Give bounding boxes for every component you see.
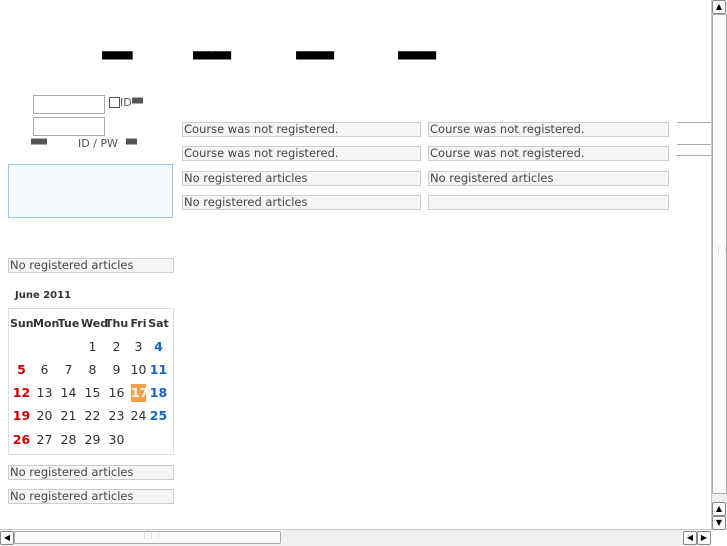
calendar-header-sun: Sun [10, 317, 34, 330]
scroll-down-icon[interactable]: ▼ [712, 516, 726, 530]
scroll-right-icon[interactable]: ▶ [697, 531, 711, 545]
calendar-day[interactable]: 20 [33, 407, 56, 425]
nav-item-4[interactable]: ■■■■■ [398, 47, 436, 63]
remember-id-label: ID [120, 96, 132, 109]
calendar-title: June 2011 [15, 290, 72, 301]
find-account-suffix[interactable]: ■■ [126, 136, 137, 147]
calendar-day[interactable]: 8 [81, 361, 104, 379]
nav-item-1[interactable]: ■■■■ [102, 47, 133, 63]
calendar-day[interactable]: 11 [147, 361, 170, 379]
calendar-day[interactable]: 13 [33, 384, 56, 402]
calendar-day[interactable]: 25 [147, 407, 170, 425]
sidebar-article-box-2: No registered articles [8, 465, 174, 480]
calendar-day[interactable]: 9 [105, 361, 128, 379]
right-divider-1 [677, 122, 712, 123]
calendar-day[interactable]: 4 [147, 338, 170, 356]
scroll-left-lower-icon[interactable]: ◀ [683, 531, 697, 545]
scroll-up-icon[interactable]: ▲ [712, 0, 726, 14]
article-box-4 [428, 195, 669, 210]
calendar-day[interactable]: 6 [33, 361, 56, 379]
scroll-up-lower-icon[interactable]: ▲ [712, 502, 726, 516]
calendar-day[interactable]: 26 [10, 431, 33, 449]
calendar-day[interactable]: 12 [10, 384, 33, 402]
remember-id-label-suffix: ■■ [132, 95, 143, 106]
course-box-2: Course was not registered. [182, 146, 421, 161]
calendar-day[interactable]: 30 [105, 431, 128, 449]
course-box-3: Course was not registered. [428, 122, 669, 137]
calendar-day[interactable]: 18 [147, 384, 170, 402]
calendar-day[interactable]: 23 [105, 407, 128, 425]
right-divider-3 [677, 155, 712, 156]
calendar-header-sat: Sat [148, 317, 169, 330]
nav-item-3[interactable]: ■■■■■ [296, 47, 334, 63]
vertical-scroll-thumb[interactable] [712, 14, 727, 494]
scroll-left-icon[interactable]: ◀ [0, 531, 14, 545]
vertical-grip-icon: ⋮⋮ [715, 245, 727, 253]
course-box-1: Course was not registered. [182, 122, 421, 137]
calendar-day[interactable]: 5 [10, 361, 33, 379]
find-account-link[interactable]: ID / PW [78, 137, 118, 150]
calendar-day[interactable]: 7 [57, 361, 80, 379]
nav-item-2[interactable]: ■■■■■ [193, 47, 231, 63]
article-box-2: No registered articles [182, 195, 421, 210]
calendar-day[interactable]: 28 [57, 431, 80, 449]
calendar-header-tue: Tue [57, 317, 80, 330]
calendar-header-thu: Thu [105, 317, 129, 330]
password-input[interactable] [33, 117, 105, 136]
calendar-day[interactable]: 27 [33, 431, 56, 449]
article-box-3: No registered articles [428, 171, 669, 186]
calendar-day[interactable]: 19 [10, 407, 33, 425]
horizontal-grip-icon: ⋮⋮⋮ [141, 532, 162, 540]
calendar-day[interactable]: 21 [57, 407, 80, 425]
calendar-day[interactable]: 29 [81, 431, 104, 449]
sidebar-article-box-1: No registered articles [8, 258, 174, 273]
calendar-day[interactable]: 22 [81, 407, 104, 425]
sidebar-article-box-3: No registered articles [8, 489, 174, 504]
find-account-prefix[interactable]: ■■■ [31, 136, 47, 147]
calendar-header-wed: Wed [81, 317, 109, 330]
login-panel [8, 164, 173, 218]
calendar-header-mon: Mon [33, 317, 60, 330]
calendar-day[interactable]: 14 [57, 384, 80, 402]
calendar-day[interactable]: 2 [105, 338, 128, 356]
course-box-4: Course was not registered. [428, 146, 669, 161]
calendar-day[interactable]: 1 [81, 338, 104, 356]
right-divider-2 [677, 144, 712, 145]
calendar-day[interactable]: 16 [105, 384, 128, 402]
remember-id-checkbox[interactable] [109, 97, 120, 108]
user-id-input[interactable] [33, 95, 105, 114]
calendar-day[interactable]: 17 [131, 384, 148, 402]
calendar: Sun Mon Tue Wed Thu Fri Sat 1 2 3 4 5 6 7 8 9 10 1… [8, 308, 174, 455]
article-box-1: No registered articles [182, 171, 421, 186]
nav-home-link[interactable]: Home [26, 50, 62, 63]
calendar-day[interactable]: 15 [81, 384, 104, 402]
